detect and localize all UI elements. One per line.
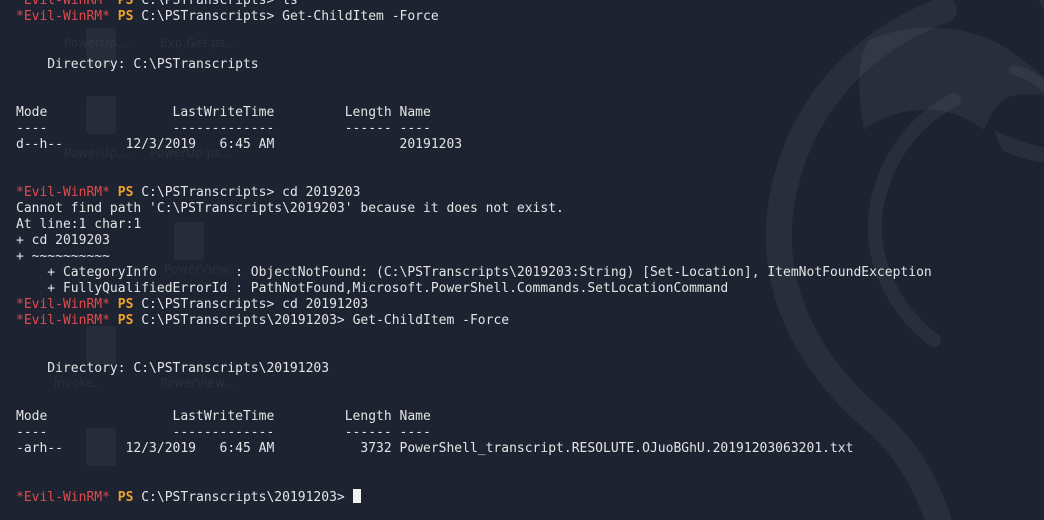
prompt-line: *Evil-WinRM* PS C:\PSTranscripts> ls (16, 0, 932, 9)
ps-label: PS (117, 313, 134, 328)
prompt-path: C:\PSTranscripts\20191203> (141, 490, 345, 505)
ps-label: PS (117, 9, 134, 24)
output-line: ---- ------------- ------ ---- (16, 121, 431, 136)
output-line: Cannot find path 'C:\PSTranscripts\20192… (16, 201, 564, 216)
prompt-line: *Evil-WinRM* PS C:\PSTranscripts\2019120… (16, 489, 932, 505)
prompt-path: C:\PSTranscripts> (141, 297, 275, 312)
prompt-path: C:\PSTranscripts> (141, 185, 275, 200)
ps-label: PS (117, 0, 134, 8)
prompt-tag: *Evil-WinRM* (16, 313, 110, 328)
ps-label: PS (117, 297, 134, 312)
command-text: cd 2019203 (282, 185, 361, 200)
prompt-line: *Evil-WinRM* PS C:\PSTranscripts> cd 201… (16, 185, 932, 201)
prompt-tag: *Evil-WinRM* (16, 490, 110, 505)
prompt-line: *Evil-WinRM* PS C:\PSTranscripts\2019120… (16, 313, 932, 329)
output-line: d--h-- 12/3/2019 6:45 AM 20191203 (16, 137, 463, 152)
prompt-tag: *Evil-WinRM* (16, 9, 110, 24)
prompt-tag: *Evil-WinRM* (16, 297, 110, 312)
command-text: Get-ChildItem -Force (282, 9, 439, 24)
ps-label: PS (117, 490, 134, 505)
prompt-path: C:\PSTranscripts> (141, 0, 275, 8)
output-line: Mode LastWriteTime Length Name (16, 409, 431, 424)
output-line: + FullyQualifiedErrorId : PathNotFound,M… (16, 281, 729, 296)
command-text: Get-ChildItem -Force (352, 313, 510, 328)
output-line: Mode LastWriteTime Length Name (16, 105, 431, 120)
prompt-path: C:\PSTranscripts> (141, 9, 275, 24)
output-line: Directory: C:\PSTranscripts\20191203 (16, 361, 330, 376)
text-cursor[interactable] (352, 489, 361, 503)
prompt-line: *Evil-WinRM* PS C:\PSTranscripts> cd 201… (16, 297, 932, 313)
output-line: Directory: C:\PSTranscripts (16, 57, 259, 72)
command-text: ls (282, 0, 298, 8)
output-line: ---- ------------- ------ ---- (16, 425, 431, 440)
output-line: + cd 2019203 (16, 233, 110, 248)
prompt-tag: *Evil-WinRM* (16, 185, 110, 200)
ps-label: PS (117, 185, 134, 200)
terminal-window[interactable]: PowerUp.... Exp.Get.ps... PowerUp.... Po… (0, 0, 1044, 520)
output-line: -arh-- 12/3/2019 6:45 AM 3732 PowerShell… (16, 441, 854, 456)
terminal-output: *Evil-WinRM* PS C:\PSTranscripts> ls *Evi… (16, 0, 932, 505)
prompt-path: C:\PSTranscripts\20191203> (141, 313, 345, 328)
command-text: cd 20191203 (282, 297, 369, 312)
output-line: + ~~~~~~~~~~ (16, 249, 110, 264)
prompt-tag: *Evil-WinRM* (16, 0, 110, 8)
output-line: + CategoryInfo : ObjectNotFound: (C:\PST… (16, 265, 932, 280)
output-line: At line:1 char:1 (16, 217, 142, 232)
prompt-line: *Evil-WinRM* PS C:\PSTranscripts> Get-Ch… (16, 9, 932, 25)
